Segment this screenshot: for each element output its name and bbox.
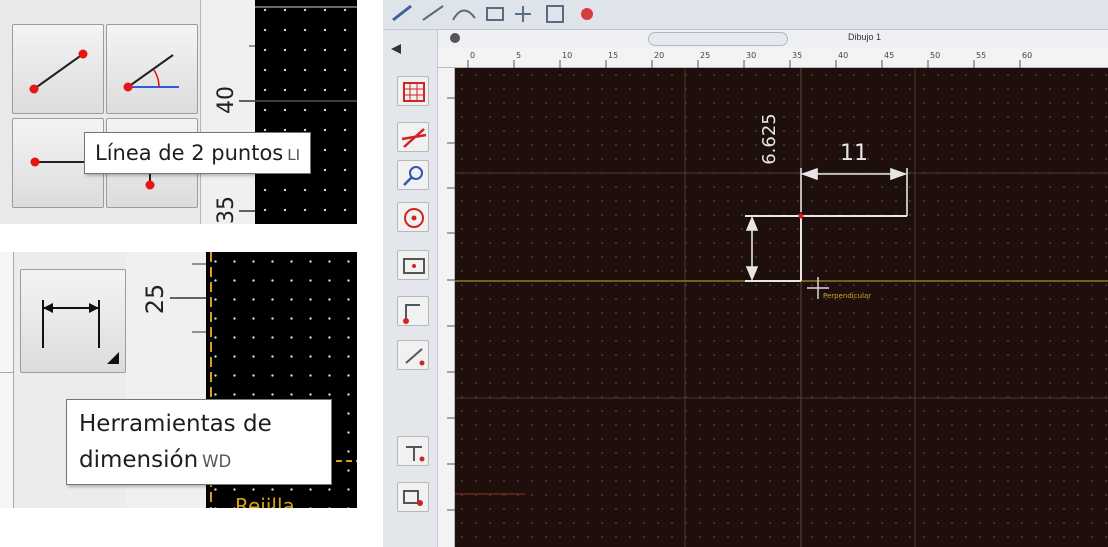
line-tools-panel: 40 35 Línea de 2 puntos LI — [0, 0, 357, 224]
document-tab[interactable]: Dibujo 1 — [848, 32, 881, 42]
frame-tool-button[interactable] — [397, 250, 429, 280]
color-icon — [581, 8, 593, 20]
cursor-snap-label: Perpendicular — [823, 292, 872, 300]
tooltip-shortcut: WD — [202, 452, 232, 471]
dimension-icon — [42, 300, 119, 364]
major-grid — [455, 68, 1108, 547]
ruler-tick-label: 10 — [562, 51, 572, 60]
canvas-guides — [255, 6, 357, 102]
angle-line-icon — [123, 54, 179, 92]
grid-label: Rejilla — [235, 494, 295, 508]
tooltip-line-2: dimensión — [79, 447, 199, 473]
ruler-tick-label: 50 — [930, 51, 940, 60]
dimension-value-horizontal: 11 — [840, 141, 868, 166]
tooltip-line-1: Herramientas de — [79, 411, 272, 437]
dimension-tools-panel: 25 Rejilla Herramientas de dimensión WD — [0, 252, 357, 508]
trim-tool-button[interactable] — [397, 122, 429, 152]
horizontal-ruler-ticks: 0 5 10 15 20 25 30 35 40 45 50 55 60 — [467, 51, 1032, 68]
vertical-dimension — [745, 215, 759, 282]
arc-icon — [452, 9, 476, 21]
pencil-icon — [392, 4, 412, 22]
ruler-tick-label: 45 — [884, 51, 894, 60]
ruler-tick-label: 5 — [516, 51, 521, 60]
text-tool-icon — [406, 446, 425, 462]
ruler-tick-label: 20 — [654, 51, 664, 60]
ruler-ticks — [239, 45, 256, 212]
top-toolbar — [383, 0, 1108, 30]
frame-icon — [403, 258, 425, 274]
cad-drawing — [455, 68, 1108, 547]
move-icon — [515, 6, 531, 22]
measure-icon — [405, 348, 425, 366]
collapse-arrow-icon[interactable] — [391, 44, 401, 54]
dimension-value-vertical: 6.625 — [759, 113, 780, 165]
tool-sidebar — [383, 30, 438, 547]
ruler-tick-label: 60 — [1022, 51, 1032, 60]
zoom-tool-button[interactable] — [397, 160, 429, 190]
tooltip-label: Línea de 2 puntos — [95, 141, 284, 165]
grid-icon — [403, 82, 425, 102]
ruler-tick-label: 15 — [608, 51, 618, 60]
ruler-tick-label: 0 — [470, 51, 475, 60]
layer-tool-button[interactable] — [397, 482, 429, 512]
ruler-tick-label: 30 — [746, 51, 756, 60]
node-tool-button[interactable] — [397, 296, 429, 326]
line-two-points-button[interactable] — [12, 24, 104, 114]
vertical-ruler-ticks — [447, 97, 455, 511]
document-tab-bar: Dibujo 1 — [438, 30, 1108, 48]
window-dot-icon — [450, 33, 460, 43]
divider — [0, 372, 14, 373]
scale-icon — [546, 5, 564, 23]
ruler-tick-label: 25 — [700, 51, 710, 60]
circle-tool-button[interactable] — [397, 202, 429, 232]
ruler-tick-label: 40 — [838, 51, 848, 60]
dimension-tools-button[interactable] — [20, 269, 126, 373]
toolbar-icons — [392, 4, 593, 23]
left-button-edge — [0, 252, 14, 508]
horizontal-ruler: 0 5 10 15 20 25 30 35 40 45 50 55 60 — [438, 48, 1108, 68]
text-tool-button[interactable] — [397, 436, 429, 466]
vertical-ruler: 40 35 — [200, 0, 256, 224]
horizontal-dimension — [800, 167, 908, 216]
ruler-tick-label: 35 — [792, 51, 802, 60]
grid-tool-button[interactable] — [397, 76, 429, 106]
snap-point — [798, 213, 804, 219]
search-box[interactable] — [648, 32, 788, 46]
layer-icon — [403, 490, 423, 506]
tooltip-line-two-points: Línea de 2 puntos LI — [84, 132, 312, 174]
cad-window: Dibujo 1 0 5 10 15 20 25 30 35 40 45 50 55 60 — [383, 0, 1108, 547]
drawing-canvas[interactable] — [255, 0, 357, 224]
tooltip-shortcut: LI — [287, 146, 301, 164]
line-angle-button[interactable] — [106, 24, 198, 114]
rect-icon — [486, 7, 504, 21]
measure-tool-button[interactable] — [397, 340, 429, 370]
node-icon — [403, 304, 420, 324]
vertical-ruler — [438, 68, 455, 547]
tooltip-dimension-tools: Herramientas de dimensión WD — [66, 399, 332, 485]
trim-icon — [401, 128, 427, 148]
cad-drawing-canvas[interactable]: 6.625 11 Perpendicular — [455, 68, 1108, 547]
zoom-icon — [403, 166, 423, 186]
circle-target-icon — [404, 208, 424, 228]
line-icon — [422, 5, 444, 21]
ruler-tick-label: 55 — [976, 51, 986, 60]
drawn-lines — [745, 215, 907, 282]
two-point-line-icon — [29, 49, 88, 94]
